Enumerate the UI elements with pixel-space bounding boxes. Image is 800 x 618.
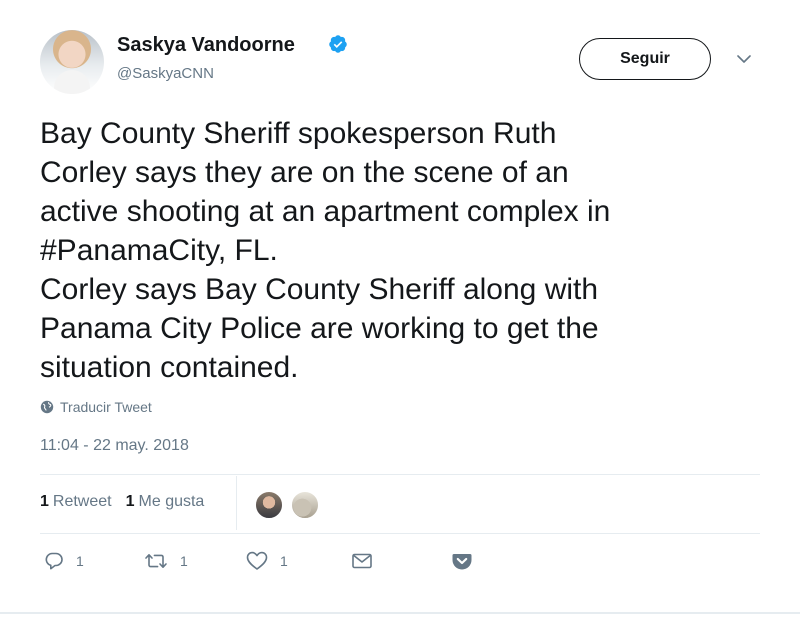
like-action[interactable]: 1 [246,551,288,571]
tweet-line: #PanamaCity, FL. [40,231,760,270]
author-name[interactable]: Saskya Vandoorne [117,34,295,57]
bottom-border [0,612,800,614]
liker-avatar[interactable] [254,490,284,520]
tweet-line: Corley says Bay County Sheriff along wit… [40,273,599,306]
tweet-line-rest: , FL. [217,234,278,267]
envelope-icon [352,553,372,569]
tweet-timestamp[interactable]: 11:04 - 22 may. 2018 [40,437,189,455]
hashtag-link[interactable]: #PanamaCity [40,234,218,267]
tweet-line: Corley says they are on the scene of an [40,156,569,189]
likes-stat[interactable]: 1 Me gusta [126,493,205,511]
pocket-icon [452,554,472,570]
retweet-count: 1 [180,553,188,569]
tweet-line: Panama City Police are working to get th… [40,312,599,345]
translate-label: Traducir Tweet [60,399,152,415]
tweet-line: situation contained. [40,351,299,384]
liker-avatar[interactable] [290,490,320,520]
retweets-stat[interactable]: 1 Retweet [40,493,112,511]
avatar[interactable] [40,30,104,94]
like-count: 1 [280,553,288,569]
likes-label: Me gusta [138,493,205,510]
tweet-stats: 1 Retweet 1 Me gusta [40,493,218,511]
reply-action[interactable]: 1 [44,551,84,571]
globe-icon [40,400,54,414]
tweet-actions: 1 1 1 [0,551,800,575]
heart-icon [246,551,268,570]
divider [40,533,760,534]
direct-message-action[interactable] [351,551,373,571]
retweet-action[interactable]: 1 [144,551,188,571]
follow-button[interactable]: Seguir [579,38,711,80]
translate-tweet-link[interactable]: Traducir Tweet [40,399,152,415]
chevron-down-icon[interactable] [737,54,751,64]
stats-separator [236,476,237,530]
verified-badge-icon [329,35,347,53]
divider [40,474,760,475]
retweet-icon [145,554,167,568]
tweet-line: Bay County Sheriff spokesperson Ruth [40,117,557,150]
reply-count: 1 [76,553,84,569]
retweets-label: Retweet [52,493,112,510]
author-handle[interactable]: @SaskyaCNN [117,65,214,82]
reply-icon [45,552,63,570]
retweets-count: 1 [40,493,49,510]
pocket-action[interactable] [451,551,473,571]
likes-count: 1 [125,493,135,510]
tweet-text: Bay County Sheriff spokesperson Ruth Cor… [40,114,760,387]
tweet-line: active shooting at an apartment complex … [40,195,611,228]
